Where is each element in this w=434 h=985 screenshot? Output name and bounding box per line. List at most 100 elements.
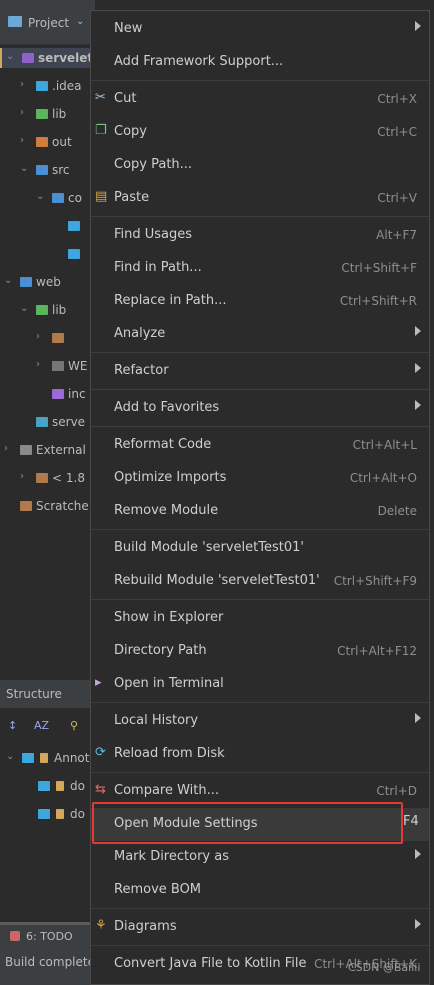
tree-item[interactable]: › [0,328,95,348]
tree-item-label: web [36,275,61,289]
menu-item-remove-module[interactable]: Remove Module Delete [91,495,429,528]
folder-icon [68,221,80,231]
menu-item-shortcut: Ctrl+X [377,92,417,106]
tree-item[interactable]: › .idea [0,76,95,96]
menu-item-add-framework-support[interactable]: Add Framework Support... [91,46,429,79]
chevron-right-icon[interactable]: › [20,107,24,118]
menu-item-label: Mark Directory as [114,849,229,864]
menu-item-find-usages[interactable]: Find Usages Alt+F7 [91,219,429,252]
menu-item-analyze[interactable]: Analyze [91,318,429,351]
project-header[interactable]: Project ⌄ [0,0,95,45]
structure-item[interactable]: do [0,776,95,796]
menu-item-label: Find in Path... [114,260,202,275]
folder-icon [52,333,64,343]
menu-item-open-in-terminal[interactable]: ▸ Open in Terminal [91,668,429,701]
menu-item-directory-path[interactable]: Directory Path Ctrl+Alt+F12 [91,635,429,668]
tree-item[interactable]: › External [0,440,95,460]
menu-item-label: Replace in Path... [114,293,227,308]
paste-icon: ▤ [95,189,108,204]
menu-separator [91,80,429,81]
chevron-down-icon[interactable]: ⌄ [36,191,44,202]
menu-item-label: Copy [114,124,147,139]
menu-item-shortcut: Ctrl+V [377,191,417,205]
chevron-right-icon[interactable]: › [20,79,24,90]
menu-item-cut[interactable]: ✂ Cut Ctrl+X [91,83,429,116]
menu-item-local-history[interactable]: Local History [91,705,429,738]
menu-item-reformat-code[interactable]: Reformat Code Ctrl+Alt+L [91,429,429,462]
tree-item[interactable]: › out [0,132,95,152]
chevron-right-icon[interactable]: › [36,331,40,342]
folder-icon [36,417,48,427]
chevron-down-icon[interactable]: ⌄ [20,163,28,174]
chevron-down-icon[interactable]: ⌄ [6,751,14,762]
tree-item[interactable]: › < 1.8 [0,468,95,488]
tree-item[interactable]: ⌄ lib [0,300,95,320]
menu-item-refactor[interactable]: Refactor [91,355,429,388]
menu-item-label: Rebuild Module 'serveletTest01' [114,573,320,588]
project-panel: Project ⌄ ⌄ servelet › .idea › lib › out ⌄ src ⌄ co… [0,0,97,985]
submenu-arrow-icon [415,849,421,859]
structure-title: Structure [6,687,62,701]
menu-item-shortcut: Ctrl+Shift+F9 [333,574,417,588]
lock-icon [40,753,48,763]
folder-icon [22,53,34,63]
tree-item[interactable]: inc [0,384,95,404]
chevron-right-icon[interactable]: › [20,471,24,482]
tree-item[interactable]: › WE [0,356,95,376]
chevron-down-icon[interactable]: ⌄ [4,275,12,286]
lock-icon [56,781,64,791]
menu-item-find-in-path[interactable]: Find in Path... Ctrl+Shift+F [91,252,429,285]
menu-item-build-module-servelettest01[interactable]: Build Module 'serveletTest01' [91,532,429,565]
tree-item-label: out [52,135,72,149]
menu-item-label: Reformat Code [114,437,212,452]
menu-item-diagrams[interactable]: ⚘ Diagrams [91,911,429,944]
tree-item[interactable]: ⌄ servelet [0,48,97,68]
menu-item-add-to-favorites[interactable]: Add to Favorites [91,392,429,425]
folder-icon [36,473,48,483]
scissors-icon: ✂ [95,90,106,105]
menu-item-copy-path[interactable]: Copy Path... [91,149,429,182]
tree-item[interactable] [0,216,95,236]
menu-item-copy[interactable]: ❐ Copy Ctrl+C [91,116,429,149]
menu-item-replace-in-path[interactable]: Replace in Path... Ctrl+Shift+R [91,285,429,318]
sort-icon[interactable]: ↕ [8,719,17,732]
chevron-right-icon[interactable]: › [4,443,8,454]
menu-item-show-in-explorer[interactable]: Show in Explorer [91,602,429,635]
todo-tab[interactable]: 6: TODO [0,922,95,951]
structure-item[interactable]: do [0,804,95,824]
menu-item-mark-directory-as[interactable]: Mark Directory as [91,841,429,874]
menu-item-label: Remove BOM [114,882,202,897]
tree-item-label: WE [68,359,88,373]
tree-item[interactable]: ⌄ src [0,160,95,180]
todo-label: 6: TODO [26,930,73,943]
structure-item[interactable]: ⌄ Annot [0,748,95,768]
status-text: Build complete [5,955,95,969]
tree-item[interactable]: ⌄ web [0,272,95,292]
menu-item-new[interactable]: New [91,13,429,46]
menu-item-rebuild-module-servelettest01[interactable]: Rebuild Module 'serveletTest01' Ctrl+Shif… [91,565,429,598]
menu-item-remove-bom[interactable]: Remove BOM [91,874,429,907]
compare-icon: ⇆ [95,782,106,797]
tree-item[interactable]: ⌄ co [0,188,95,208]
chevron-down-icon[interactable]: ⌄ [20,303,28,314]
chevron-down-icon[interactable]: ⌄ [76,16,84,27]
tree-item[interactable]: serve [0,412,95,432]
menu-item-label: Compare With... [114,783,220,798]
structure-item-label: do [70,779,85,793]
chevron-right-icon[interactable]: › [20,135,24,146]
menu-item-paste[interactable]: ▤ Paste Ctrl+V [91,182,429,215]
chevron-right-icon[interactable]: › [36,359,40,370]
tree-item[interactable]: › lib [0,104,95,124]
chevron-down-icon[interactable]: ⌄ [6,51,14,62]
tree-item[interactable]: Scratche [0,496,95,516]
tree-item-label: co [68,191,82,205]
sort-alpha-icon[interactable]: AZ [34,719,49,732]
project-title: Project [28,16,70,30]
tree-item[interactable] [0,244,95,264]
terminal-icon: ▸ [95,675,102,690]
menu-item-reload-from-disk[interactable]: ⟳ Reload from Disk [91,738,429,771]
menu-item-label: Diagrams [114,919,177,934]
menu-separator [91,426,429,427]
menu-item-optimize-imports[interactable]: Optimize Imports Ctrl+Alt+O [91,462,429,495]
pin-icon[interactable]: ⚲ [70,719,78,732]
